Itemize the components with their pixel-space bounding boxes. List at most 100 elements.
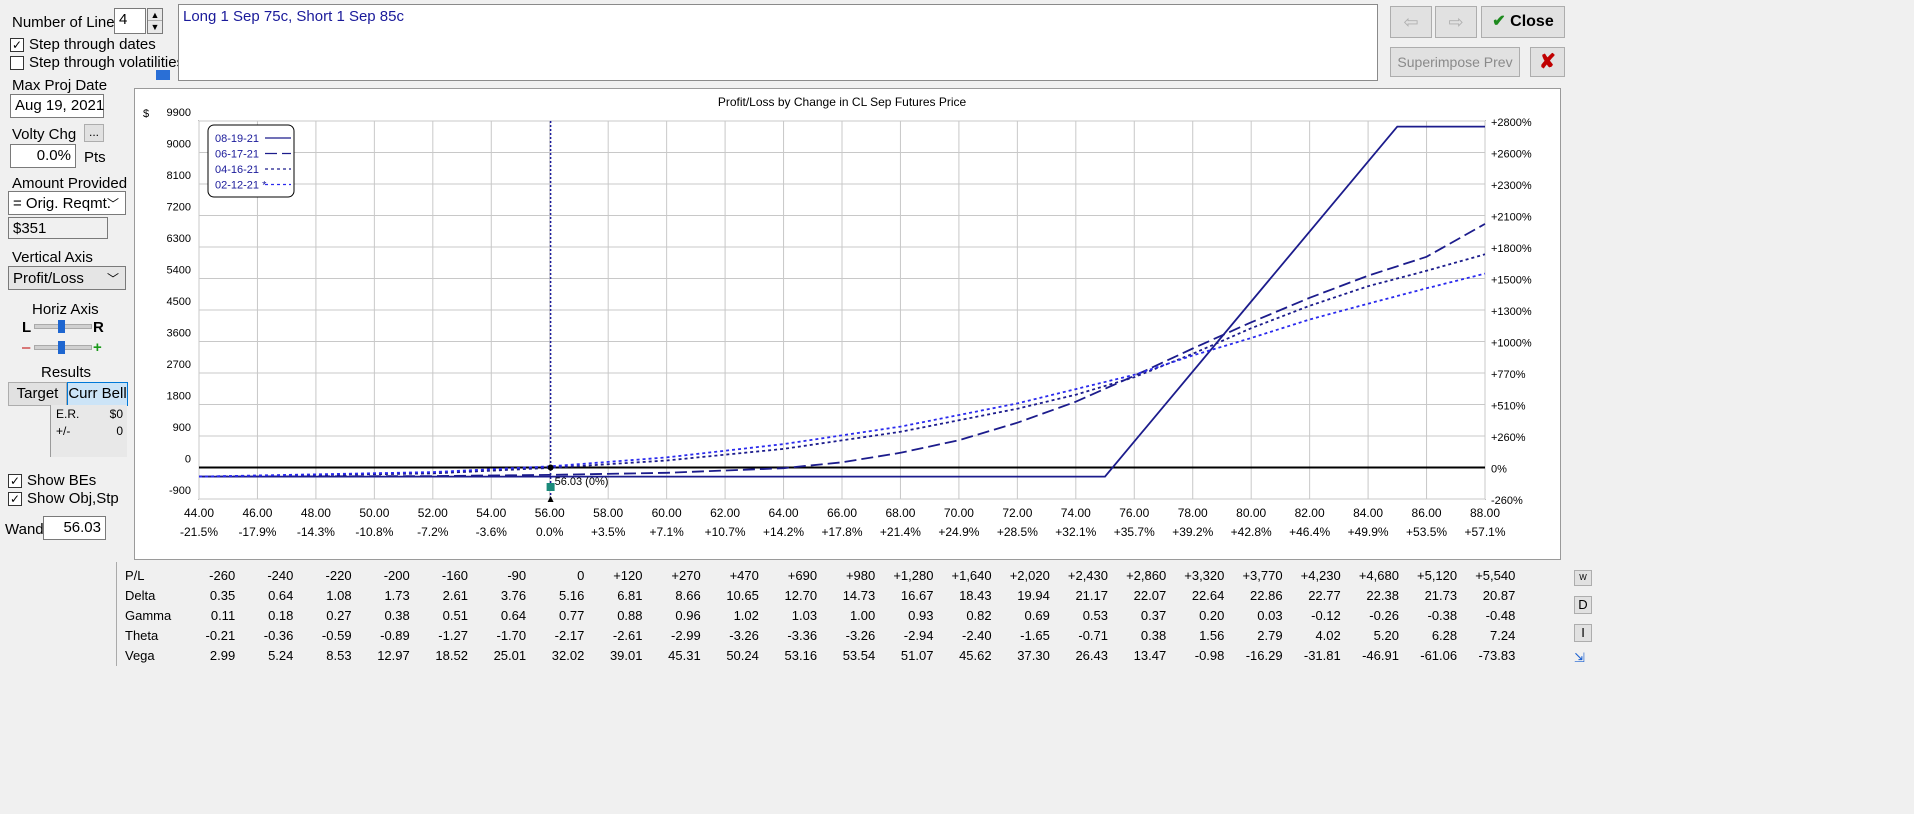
- x-pct-tick-label: +17.8%: [821, 525, 862, 539]
- greeks-cell: -1.70: [496, 627, 527, 643]
- greeks-cell: 53.16: [784, 647, 818, 663]
- x-pct-tick-label: +46.4%: [1289, 525, 1330, 539]
- results-label: Results: [41, 364, 92, 381]
- greeks-cell: 32.02: [551, 647, 585, 663]
- step-dates-checkbox[interactable]: ✓ Step through dates: [10, 36, 156, 53]
- y-tick-label: 1800: [167, 391, 191, 403]
- greeks-cell: -0.26: [1369, 607, 1399, 623]
- num-lines-spinner[interactable]: ▲ ▼: [147, 8, 163, 34]
- tab-target[interactable]: Target: [8, 382, 67, 406]
- greeks-cell: 39.01: [609, 647, 643, 663]
- y-tick-label: 7200: [167, 202, 191, 214]
- greeks-cell: 14.73: [842, 587, 876, 603]
- num-lines-input[interactable]: 4: [114, 8, 146, 34]
- amount-select-value: = Orig. Reqmt.: [13, 195, 111, 212]
- greeks-cell: 0.64: [500, 607, 527, 623]
- step-vol-checkbox[interactable]: Step through volatilities: [10, 54, 184, 71]
- y-pct-tick-label: +1000%: [1491, 338, 1532, 350]
- x-tick-label: 54.00: [476, 506, 506, 520]
- greeks-cell: 50.24: [726, 647, 759, 663]
- greeks-cell: -220: [325, 567, 352, 583]
- y-tick-label: 6300: [167, 233, 191, 245]
- y-pct-tick-label: +770%: [1491, 369, 1526, 381]
- greeks-cell: -0.21: [205, 627, 236, 643]
- y-tick-label: 5400: [167, 265, 191, 277]
- superimpose-button[interactable]: Superimpose Prev: [1390, 47, 1520, 77]
- greeks-cell: 18.52: [435, 647, 468, 663]
- y-pct-tick-label: +2100%: [1491, 212, 1532, 224]
- y-tick-label: 900: [173, 422, 191, 434]
- d-button[interactable]: D: [1574, 596, 1592, 614]
- greeks-cell: -0.12: [1311, 607, 1341, 623]
- volty-more-button[interactable]: ...: [84, 124, 104, 142]
- greeks-cell: 10.65: [726, 587, 759, 603]
- tab-curr-bell[interactable]: Curr Bell: [67, 382, 128, 406]
- vaxis-select[interactable]: Profit/Loss ﹀: [8, 266, 126, 290]
- greeks-cell: +5,540: [1475, 567, 1516, 583]
- arrow-left-icon: ⇦: [1403, 12, 1419, 32]
- delete-button[interactable]: ✘: [1530, 47, 1565, 77]
- spin-up-icon[interactable]: ▲: [148, 9, 162, 21]
- greeks-cell: -3.36: [787, 627, 818, 643]
- export-icon[interactable]: ⇲: [1574, 650, 1592, 666]
- haxis-l-label: L: [22, 319, 32, 336]
- greeks-cell: +1,640: [951, 567, 992, 583]
- amount-select[interactable]: = Orig. Reqmt. ﹀: [8, 191, 126, 215]
- x-pct-tick-label: -17.9%: [238, 525, 276, 539]
- greeks-row-label: Delta: [125, 587, 156, 603]
- haxis-minus-label: –: [22, 339, 31, 356]
- greeks-cell: -1.65: [1020, 627, 1050, 643]
- legend-label: 08-19-21: [215, 133, 259, 145]
- show-obj-checkbox[interactable]: ✓ Show Obj,Stp: [8, 490, 119, 507]
- greeks-cell: 0.18: [268, 607, 294, 623]
- greeks-cell: +470: [729, 567, 759, 583]
- spin-down-icon[interactable]: ▼: [148, 21, 162, 33]
- legend-label: 06-17-21: [215, 149, 259, 161]
- vaxis-select-value: Profit/Loss: [13, 270, 84, 287]
- pl-chart[interactable]: Profit/Loss by Change in CL Sep Futures …: [135, 89, 1562, 561]
- greeks-cell: 4.02: [1315, 627, 1341, 643]
- er-value: $0: [109, 407, 123, 421]
- greeks-cell: 0.38: [384, 607, 410, 623]
- max-proj-input[interactable]: Aug 19, 2021: [10, 94, 104, 118]
- x-tick-label: 80.00: [1236, 506, 1266, 520]
- greeks-cell: 45.62: [959, 647, 992, 663]
- greeks-cell: 8.53: [326, 647, 352, 663]
- x-pct-tick-label: +24.9%: [938, 525, 979, 539]
- close-button[interactable]: ✔ Close: [1481, 6, 1565, 38]
- i-button[interactable]: I: [1574, 624, 1592, 642]
- greeks-cell: +2,430: [1067, 567, 1108, 583]
- max-proj-label: Max Proj Date: [12, 77, 108, 94]
- greeks-cell: 22.38: [1366, 587, 1399, 603]
- slider-thumb-icon[interactable]: [58, 341, 65, 354]
- greeks-row-label: P/L: [125, 567, 145, 583]
- greeks-cell: 0.82: [966, 607, 992, 623]
- x-pct-tick-label: 0.0%: [536, 525, 564, 539]
- x-pct-tick-label: +28.5%: [997, 525, 1038, 539]
- greeks-cell: 6.81: [617, 587, 643, 603]
- checkmark-icon: ✓: [8, 491, 22, 506]
- x-tick-label: 60.00: [652, 506, 682, 520]
- greeks-cell: -0.38: [1427, 607, 1458, 623]
- next-arrow-button[interactable]: ⇨: [1435, 6, 1477, 38]
- w-button[interactable]: W: [1574, 570, 1592, 586]
- splitter-handle-icon[interactable]: [156, 70, 170, 80]
- chart-title: Profit/Loss by Change in CL Sep Futures …: [718, 95, 967, 109]
- greeks-row-label: Theta: [125, 627, 159, 643]
- wand-input[interactable]: 56.03: [43, 516, 106, 540]
- show-bes-checkbox[interactable]: ✓ Show BEs: [8, 472, 96, 489]
- x-icon: ✘: [1539, 51, 1556, 73]
- greeks-cell: 0.53: [1082, 607, 1108, 623]
- greeks-cell: 6.28: [1431, 627, 1458, 643]
- volty-label: Volty Chg: [12, 126, 77, 143]
- legend-label: 02-12-21 *: [215, 180, 267, 192]
- volty-input[interactable]: 0.0%: [10, 144, 76, 168]
- slider-thumb-icon[interactable]: [58, 320, 65, 333]
- prev-arrow-button[interactable]: ⇦: [1390, 6, 1432, 38]
- x-tick-label: 84.00: [1353, 506, 1383, 520]
- greeks-cell: -0.89: [380, 627, 410, 643]
- greeks-cell: -260: [209, 567, 236, 583]
- x-pct-tick-label: +21.4%: [880, 525, 921, 539]
- haxis-r-label: R: [93, 319, 104, 336]
- position-description[interactable]: Long 1 Sep 75c, Short 1 Sep 85c: [178, 4, 1378, 81]
